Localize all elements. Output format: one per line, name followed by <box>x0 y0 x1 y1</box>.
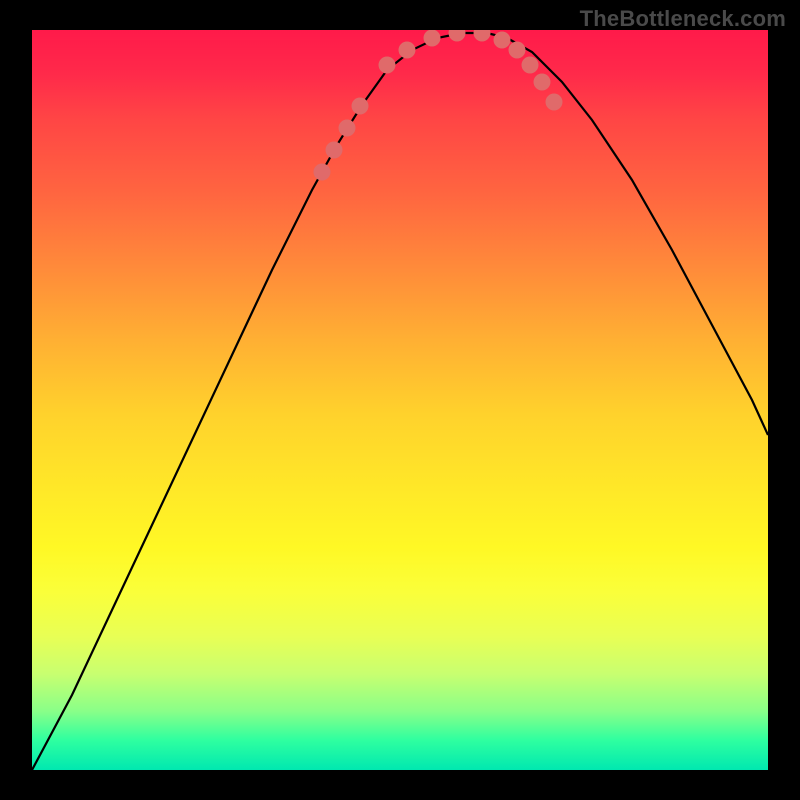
dot <box>449 30 466 42</box>
dot <box>494 32 511 49</box>
dot <box>522 57 539 74</box>
dot <box>379 57 396 74</box>
dot <box>424 30 441 47</box>
highlight-dots <box>314 30 563 181</box>
dot <box>314 164 331 181</box>
dot <box>534 74 551 91</box>
dot <box>509 42 526 59</box>
chart-frame: TheBottleneck.com <box>0 0 800 800</box>
dot <box>326 142 343 159</box>
plot-area <box>32 30 768 770</box>
bottleneck-curve <box>32 33 768 770</box>
dot <box>399 42 416 59</box>
watermark-text: TheBottleneck.com <box>580 6 786 32</box>
curve-layer <box>32 30 768 770</box>
dot <box>339 120 356 137</box>
dot <box>352 98 369 115</box>
dot <box>546 94 563 111</box>
dot <box>474 30 491 42</box>
